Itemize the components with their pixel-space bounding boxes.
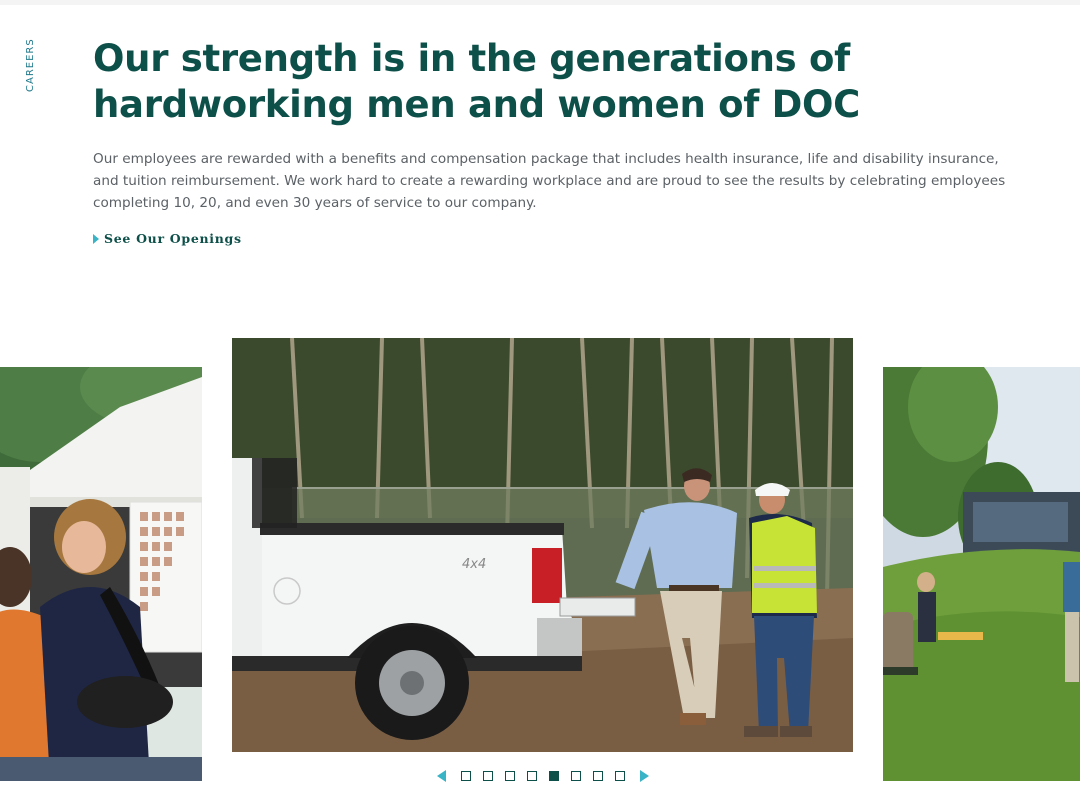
carousel-slide-next[interactable] bbox=[883, 367, 1080, 781]
carousel-slide-current[interactable]: 4x4 bbox=[232, 338, 853, 752]
triangle-right-icon bbox=[93, 233, 99, 244]
carousel-dot-7[interactable] bbox=[593, 771, 603, 781]
carousel-dot-5[interactable] bbox=[549, 771, 559, 781]
carousel-dot-4[interactable] bbox=[527, 771, 537, 781]
carousel-dot-8[interactable] bbox=[615, 771, 625, 781]
section-label: CAREERS bbox=[25, 38, 36, 92]
intro-paragraph: Our employees are rewarded with a benefi… bbox=[93, 151, 1006, 211]
carousel-slide-prev[interactable] bbox=[0, 367, 202, 781]
page-title: Our strength is in the generations of ha… bbox=[93, 37, 861, 126]
see-openings-label: See Our Openings bbox=[104, 231, 242, 246]
top-bar bbox=[0, 0, 1080, 5]
triangle-left-icon[interactable] bbox=[437, 770, 446, 782]
carousel-dot-3[interactable] bbox=[505, 771, 515, 781]
see-openings-link[interactable]: See Our Openings bbox=[93, 231, 242, 246]
triangle-right-icon[interactable] bbox=[640, 770, 649, 782]
construction-site-photo: 4x4 bbox=[232, 338, 853, 752]
carousel-pager bbox=[437, 769, 649, 783]
lawn-event-photo bbox=[883, 367, 1080, 781]
carousel-dot-2[interactable] bbox=[483, 771, 493, 781]
carousel-dot-6[interactable] bbox=[571, 771, 581, 781]
truck-badge: 4x4 bbox=[462, 557, 486, 572]
carousel-dot-1[interactable] bbox=[461, 771, 471, 781]
event-photo bbox=[0, 367, 202, 781]
